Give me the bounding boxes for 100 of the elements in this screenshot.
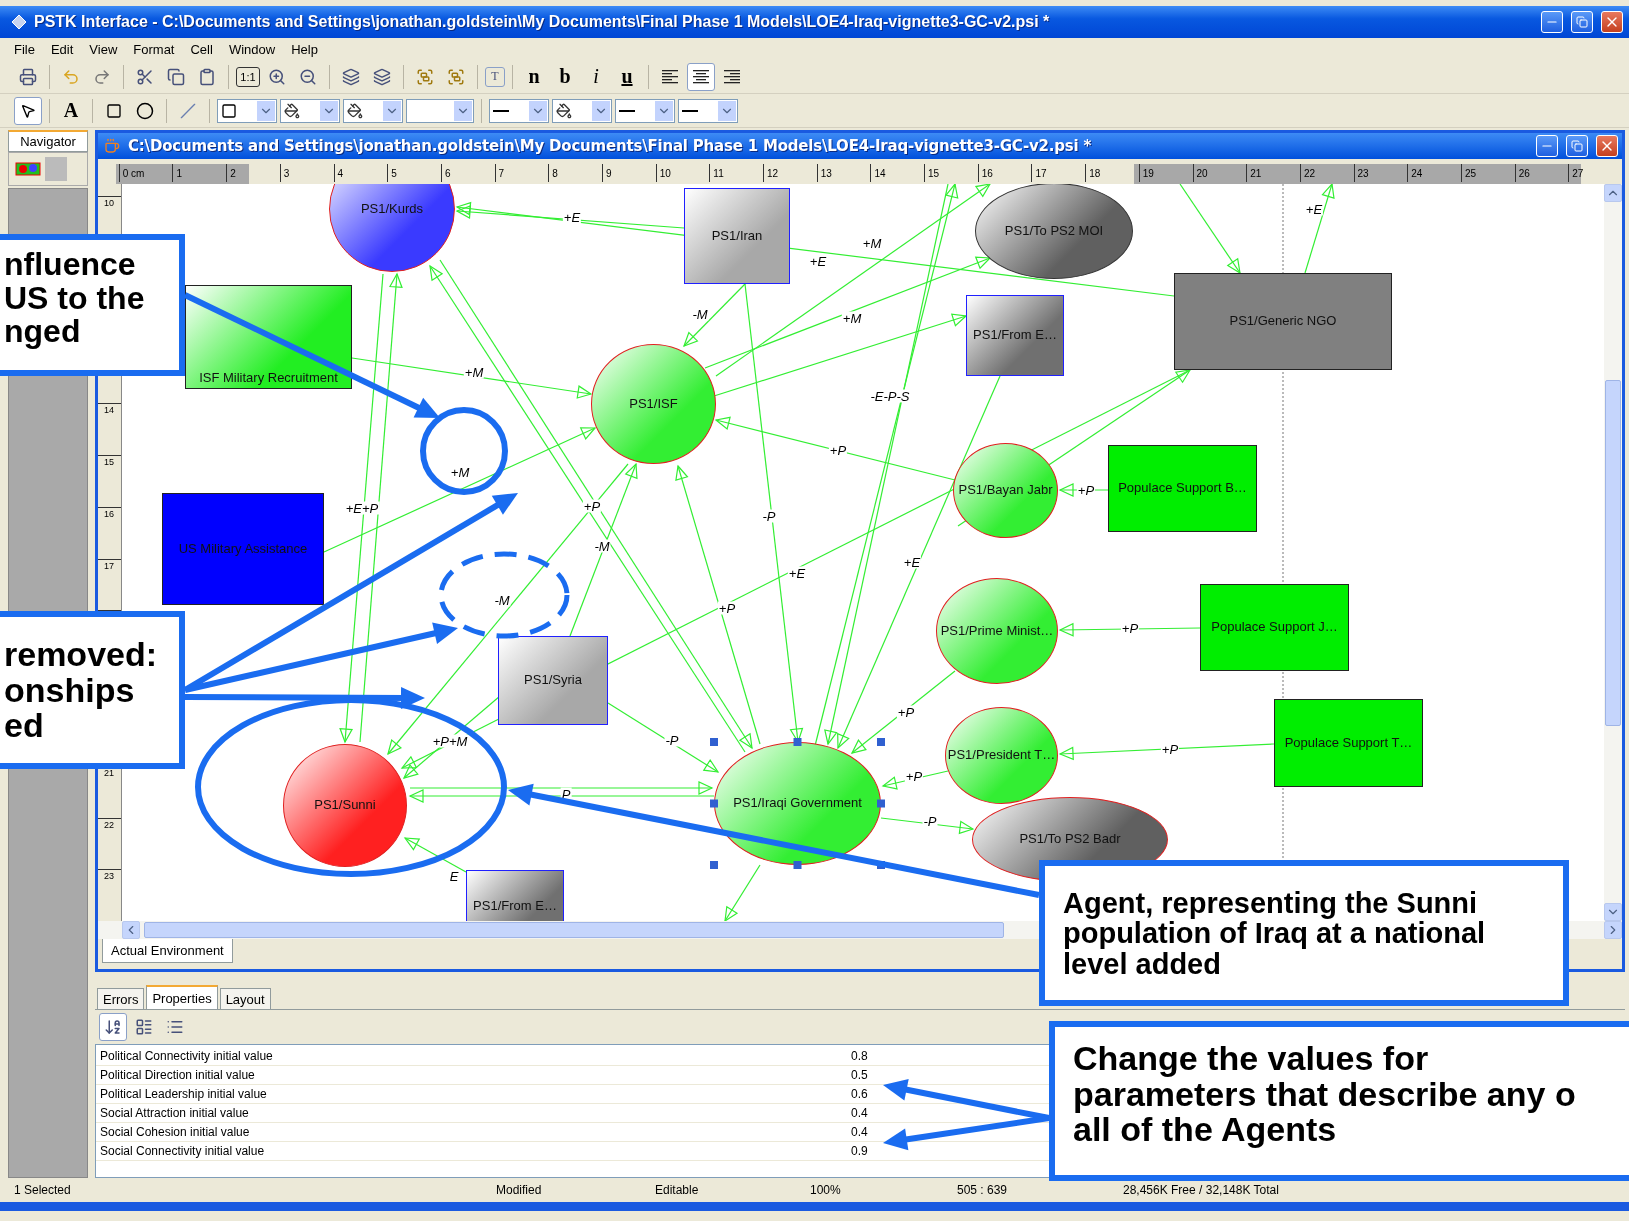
property-value[interactable]: 0.4	[847, 1106, 868, 1120]
style-dropdown[interactable]	[615, 98, 675, 123]
scrollbar-thumb[interactable]	[1605, 379, 1621, 726]
align-right-icon	[724, 69, 740, 84]
factor-node[interactable]: PS1/Iran	[684, 188, 790, 284]
style-dropdown[interactable]	[489, 98, 549, 123]
property-name: Social Connectivity initial value	[99, 1144, 265, 1158]
selection-handle[interactable]	[710, 738, 718, 746]
pointer-icon	[20, 102, 36, 119]
ruler-label: 25	[1460, 164, 1515, 182]
edge-label: P	[560, 787, 572, 801]
ruler-label: 18	[1085, 164, 1139, 182]
pointer-tool[interactable]	[14, 96, 42, 125]
style-dropdown[interactable]	[280, 98, 340, 123]
agent-node[interactable]: PS1/Kurds	[329, 184, 455, 272]
selection-handle[interactable]	[793, 738, 802, 746]
menu-item[interactable]: Window	[222, 39, 282, 59]
callout-text: Agent, representing the Sunni population of Iraq at a national level added	[1063, 888, 1486, 980]
panel-tab[interactable]: Layout	[219, 988, 271, 1009]
agent-node[interactable]: PS1/Sunni	[283, 744, 407, 867]
ruler-label: 3	[279, 164, 334, 182]
font-style-button[interactable]: n	[520, 62, 548, 91]
text-box-button[interactable]: T	[485, 66, 505, 87]
ruler-label: 23	[1353, 164, 1408, 182]
close-button[interactable]	[1601, 11, 1623, 33]
edge-label: -M	[493, 593, 511, 607]
minimize-button[interactable]	[1536, 135, 1558, 157]
property-name: Political Leadership initial value	[99, 1087, 267, 1101]
align-center-icon	[693, 69, 709, 84]
menu-item[interactable]: Edit	[44, 39, 80, 59]
navigator-tab[interactable]: Navigator	[8, 130, 88, 152]
agent-node[interactable]: PS1/To PS2 MOI	[975, 184, 1133, 279]
callout-text: Change the values for parameters that describe any o all of the Agents	[1073, 1041, 1576, 1149]
clipboard-icon	[198, 67, 216, 86]
edge-label: +M	[841, 311, 863, 325]
menu-item[interactable]: File	[8, 39, 41, 59]
style-dropdown[interactable]	[343, 98, 403, 123]
edge-label: +P	[1160, 742, 1180, 756]
property-value[interactable]: 0.6	[847, 1087, 868, 1101]
agent-node[interactable]: PS1/Bayan Jabr	[953, 443, 1058, 538]
ruler-label: 5	[387, 164, 441, 182]
factor-node[interactable]: PS1/From E…	[466, 870, 564, 921]
menu-item[interactable]: Format	[127, 39, 181, 59]
ruler-label: 9	[601, 164, 656, 182]
scrollbar-thumb[interactable]	[144, 922, 1004, 938]
factor-node[interactable]: Populace Support J…	[1200, 584, 1349, 671]
text-tool[interactable]: A	[57, 96, 85, 125]
scroll-up-button[interactable]	[1604, 184, 1622, 202]
selection-handle[interactable]	[710, 861, 718, 869]
scroll-right-button[interactable]	[1604, 921, 1622, 939]
property-value[interactable]: 0.8	[847, 1049, 868, 1063]
sort-button[interactable]	[99, 1013, 127, 1041]
restore-button[interactable]	[1571, 11, 1593, 33]
minimize-button[interactable]	[1541, 11, 1563, 33]
copy-icon	[167, 67, 185, 86]
ruler-label: 14	[98, 403, 121, 455]
agent-node[interactable]: PS1/President T…	[945, 707, 1058, 804]
restore-button[interactable]	[1566, 135, 1588, 157]
group-icon	[447, 67, 465, 86]
factor-node[interactable]: PS1/Generic NGO	[1174, 273, 1392, 370]
property-value[interactable]: 0.5	[847, 1068, 868, 1082]
agent-node[interactable]: PS1/ISF	[591, 344, 716, 464]
style-dropdown[interactable]	[678, 98, 738, 123]
selection-handle[interactable]	[710, 799, 718, 808]
line-style-icon	[493, 109, 509, 112]
edge-label: +E	[902, 555, 922, 569]
menu-item[interactable]: Help	[285, 39, 324, 59]
selection-handle[interactable]	[877, 799, 885, 808]
font-style-button[interactable]: u	[613, 62, 641, 91]
menu-item[interactable]: View	[83, 39, 124, 59]
property-value[interactable]: 0.4	[847, 1125, 868, 1139]
agent-node[interactable]: PS1/Prime Minist…	[936, 578, 1058, 684]
factor-node[interactable]: Populace Support T…	[1274, 699, 1423, 787]
font-style-button[interactable]: b	[551, 62, 579, 91]
close-button[interactable]	[1596, 135, 1618, 157]
actual-size-button[interactable]: 1:1	[236, 66, 260, 87]
style-dropdown[interactable]	[552, 98, 612, 123]
menu-item[interactable]: Cell	[184, 39, 219, 59]
ellipse-icon	[136, 101, 154, 120]
ruler-label: 0 cm	[118, 164, 173, 182]
factor-node[interactable]: Populace Support B…	[1108, 445, 1257, 532]
selection-handle[interactable]	[793, 861, 802, 869]
scroll-left-button[interactable]	[122, 921, 140, 939]
agent-node[interactable]: PS1/Iraqi Government	[714, 742, 881, 865]
scroll-down-button[interactable]	[1604, 903, 1622, 921]
edge-label: +P	[904, 769, 924, 783]
factor-node[interactable]: ISF Military Recruitment	[185, 285, 352, 389]
canvas-tab[interactable]: Actual Environment	[102, 939, 233, 963]
factor-node[interactable]: PS1/Syria	[498, 636, 608, 725]
factor-node[interactable]: PS1/From E…	[966, 295, 1064, 376]
font-style-button[interactable]: i	[582, 62, 610, 91]
panel-tab[interactable]: Properties	[146, 985, 218, 1009]
style-dropdown[interactable]	[217, 98, 277, 123]
selection-handle[interactable]	[877, 738, 885, 746]
scissors-icon	[136, 67, 154, 86]
align-button[interactable]	[687, 62, 715, 91]
property-value[interactable]: 0.9	[847, 1144, 868, 1158]
panel-tab[interactable]: Errors	[97, 988, 145, 1009]
layers-icon	[342, 67, 360, 86]
navigator-thumbnail[interactable]	[8, 152, 88, 186]
